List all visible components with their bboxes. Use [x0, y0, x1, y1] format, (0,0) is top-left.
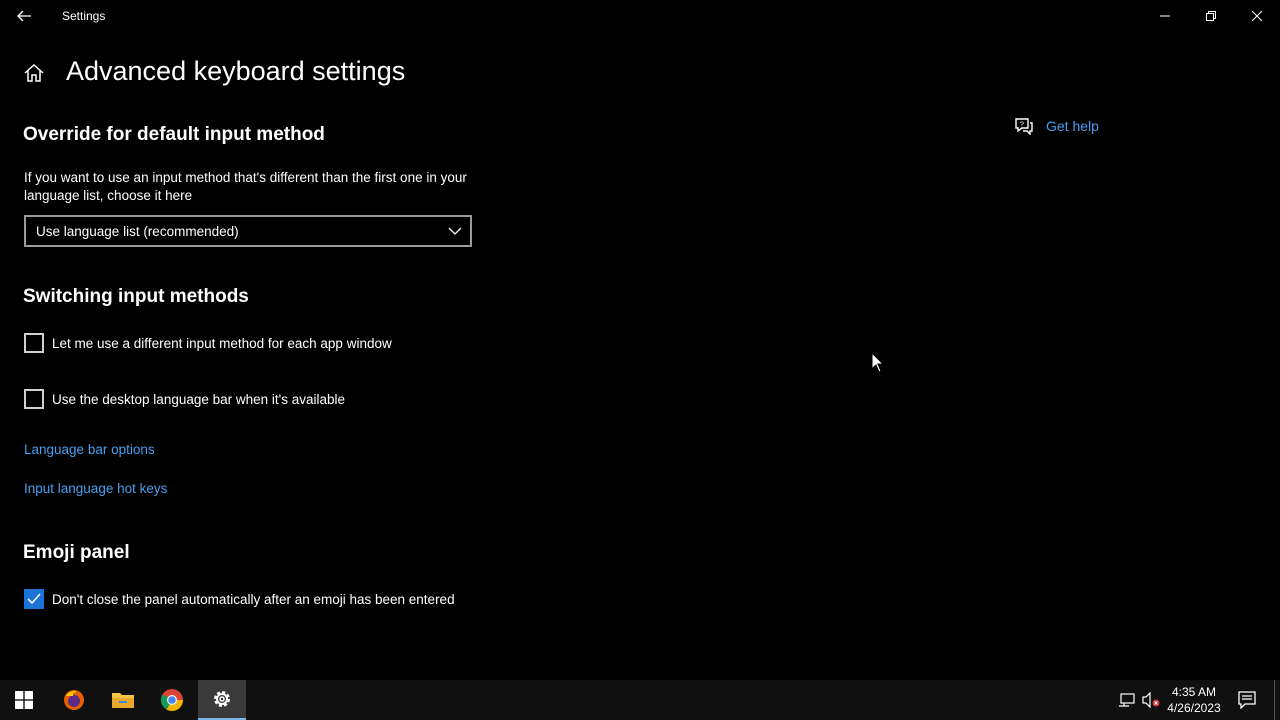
- taskbar-file-explorer[interactable]: [99, 680, 147, 720]
- emoji-panel-label: Don't close the panel automatically afte…: [52, 591, 455, 607]
- restore-icon: [1206, 11, 1216, 21]
- chevron-down-icon: [448, 227, 462, 235]
- back-arrow-icon: [17, 10, 31, 22]
- dropdown-value: Use language list (recommended): [36, 223, 239, 239]
- settings-icon: [214, 691, 230, 707]
- clock-date: 4/26/2023: [1167, 701, 1221, 715]
- back-button[interactable]: [8, 2, 40, 30]
- svg-text:?: ?: [1020, 122, 1024, 129]
- notification-icon: [1238, 691, 1256, 709]
- clock-time: 4:35 AM: [1171, 685, 1217, 699]
- taskbar-firefox[interactable]: [50, 680, 98, 720]
- per-app-input-checkbox-row[interactable]: Let me use a different input method for …: [24, 333, 392, 353]
- chrome-icon: [161, 689, 183, 711]
- minimize-icon: [1160, 15, 1170, 17]
- get-help-label: Get help: [1046, 118, 1099, 134]
- close-icon: [1251, 10, 1263, 22]
- taskbar-clock[interactable]: 4:35 AM 4/26/2023: [1164, 684, 1224, 716]
- chat-help-icon: ?: [1015, 118, 1033, 135]
- page-title: Advanced keyboard settings: [66, 56, 406, 86]
- volume-tray-button[interactable]: [1141, 690, 1161, 710]
- desktop-language-bar-checkbox[interactable]: [24, 389, 44, 409]
- taskbar-chrome[interactable]: [148, 680, 196, 720]
- get-help-link[interactable]: ? Get help: [1014, 117, 1099, 135]
- emoji-panel-checkbox[interactable]: [24, 589, 44, 609]
- per-app-input-label: Let me use a different input method for …: [52, 335, 392, 351]
- mouse-cursor-icon: [871, 352, 885, 373]
- taskbar: 4:35 AM 4/26/2023: [0, 680, 1280, 720]
- input-language-hot-keys-link[interactable]: Input language hot keys: [24, 481, 167, 496]
- start-button[interactable]: [0, 680, 48, 720]
- restore-button[interactable]: [1188, 0, 1234, 32]
- desktop-language-bar-label: Use the desktop language bar when it's a…: [52, 391, 346, 407]
- emoji-panel-checkbox-row[interactable]: Don't close the panel automatically afte…: [24, 589, 455, 609]
- minimize-button[interactable]: [1142, 0, 1188, 32]
- switching-heading: Switching input methods: [23, 286, 249, 307]
- volume-muted-icon: [1142, 692, 1160, 708]
- title-bar: Settings: [0, 0, 1280, 32]
- home-icon: [24, 63, 44, 82]
- override-description: If you want to use an input method that'…: [24, 170, 467, 203]
- emoji-heading: Emoji panel: [23, 542, 130, 563]
- language-bar-options-link[interactable]: Language bar options: [24, 442, 155, 457]
- action-center-button[interactable]: [1234, 688, 1260, 712]
- start-icon: [15, 691, 33, 709]
- desktop-language-bar-checkbox-row[interactable]: Use the desktop language bar when it's a…: [24, 389, 345, 409]
- taskbar-settings[interactable]: [198, 680, 246, 720]
- file-explorer-icon: [112, 693, 134, 708]
- app-title: Settings: [62, 9, 106, 23]
- input-method-dropdown[interactable]: Use language list (recommended): [24, 215, 472, 247]
- network-icon: [1119, 693, 1135, 707]
- per-app-input-checkbox[interactable]: [24, 333, 44, 353]
- close-button[interactable]: [1234, 0, 1280, 32]
- home-button[interactable]: [22, 61, 46, 85]
- checkmark-icon: [27, 593, 41, 605]
- show-desktop-button[interactable]: [1274, 680, 1280, 720]
- override-heading: Override for default input method: [23, 124, 325, 145]
- network-tray-button[interactable]: [1117, 690, 1137, 710]
- firefox-icon: [64, 690, 84, 710]
